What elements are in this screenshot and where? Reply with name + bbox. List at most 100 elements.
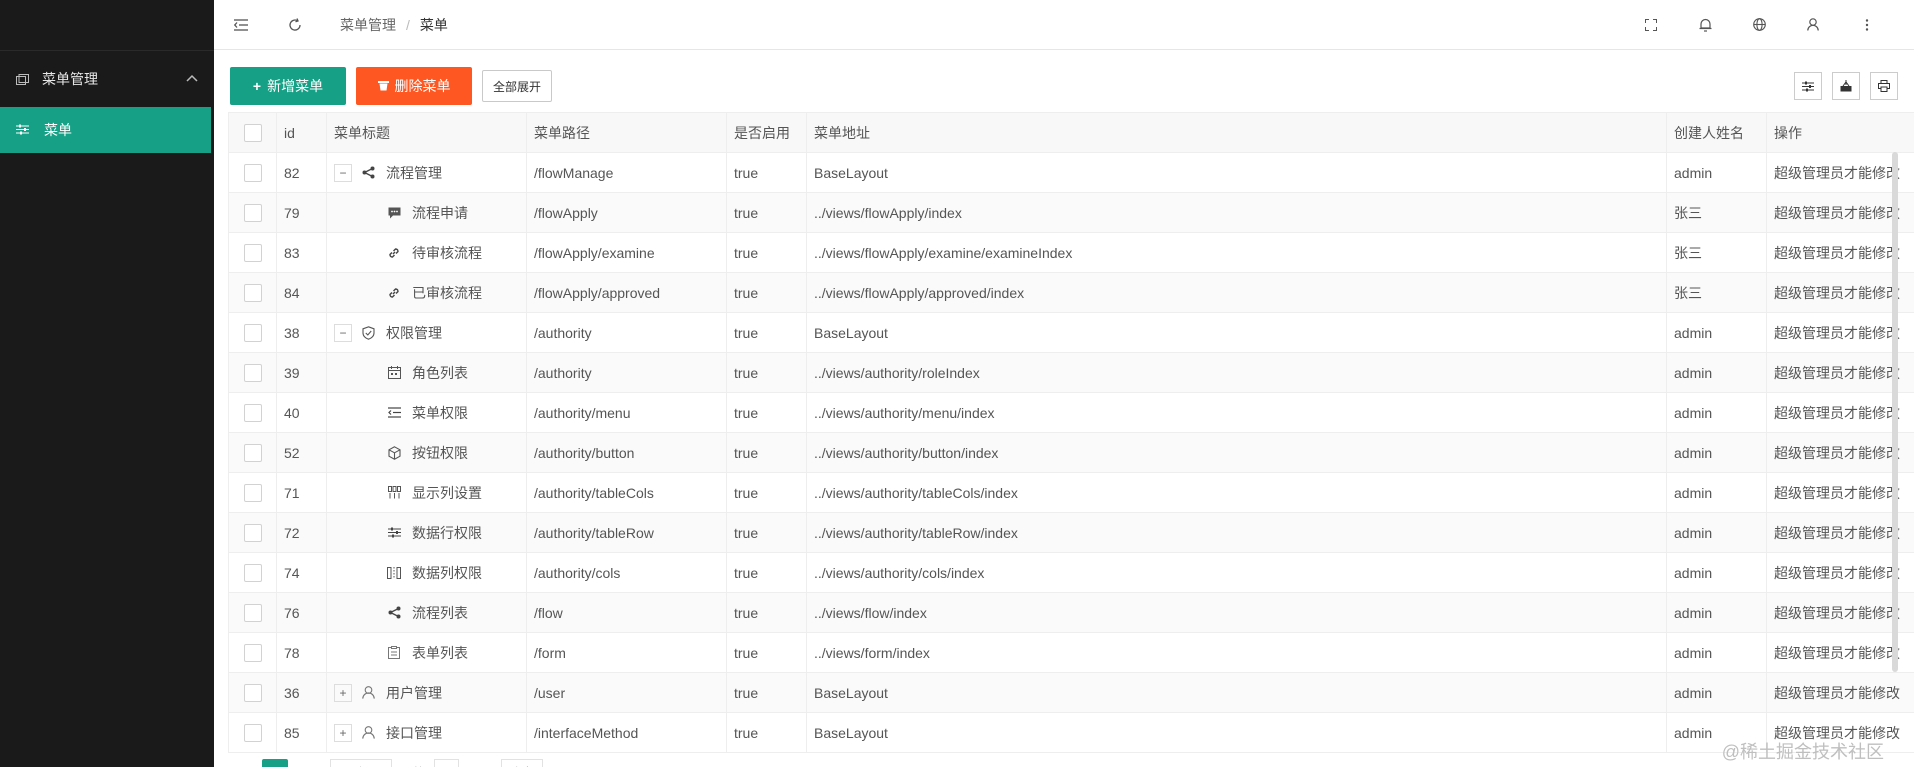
- row-checkbox[interactable]: [243, 323, 262, 342]
- export-icon[interactable]: [1832, 72, 1860, 100]
- cell-title-text: 菜单权限: [412, 404, 468, 421]
- goto-confirm-button[interactable]: 确定: [500, 759, 543, 767]
- table-row[interactable]: 83 待审核流程/flowApply/examine true ../views/fl…: [228, 232, 1914, 273]
- cell-title: 已审核流程: [326, 272, 527, 313]
- column-header-id[interactable]: id: [276, 112, 327, 153]
- cell-title: 数据行权限: [326, 512, 527, 553]
- cell-address: ../views/flowApply/approved/index: [806, 272, 1667, 313]
- row-checkbox[interactable]: [243, 363, 262, 382]
- cell-creator: admin: [1666, 392, 1767, 433]
- table-toolbar: + 新增菜单 删除菜单 全部展开: [230, 60, 1898, 112]
- table-row[interactable]: 36 + 用户管理/user true BaseLayout admin 超级管理员才能修改: [228, 672, 1914, 713]
- row-checkbox[interactable]: [243, 563, 262, 582]
- table-row[interactable]: 78 表单列表/form true ../views/form/index admin 超…: [228, 632, 1914, 673]
- cell-id: 76: [276, 592, 327, 633]
- table-row[interactable]: 82− 流程管理/flowManage true BaseLayout admin 超级管…: [228, 152, 1914, 193]
- expand-row-toggle[interactable]: +: [334, 683, 352, 702]
- table-row[interactable]: 72 数据行权限/authority/tableRow true ../views/a…: [228, 512, 1914, 553]
- prev-page-button[interactable]: ‹: [228, 759, 254, 767]
- row-checkbox[interactable]: [243, 283, 262, 302]
- print-icon[interactable]: [1870, 72, 1898, 100]
- row-checkbox[interactable]: [243, 203, 262, 222]
- filter-columns-icon[interactable]: [1794, 72, 1822, 100]
- column-header-address[interactable]: 菜单地址: [806, 112, 1667, 153]
- table-row[interactable]: 40 菜单权限/authority/menu true ../views/author…: [228, 392, 1914, 433]
- goto-label: 到第: [400, 759, 426, 767]
- cell-path: /authority/tableRow: [526, 512, 727, 553]
- add-menu-label: 新增菜单: [267, 78, 324, 94]
- row-checkbox[interactable]: [243, 243, 262, 262]
- sidebar-item-menu[interactable]: 菜单: [0, 107, 211, 153]
- breadcrumb-item-menu-management[interactable]: 菜单管理: [340, 15, 396, 35]
- globe-icon[interactable]: [1732, 0, 1786, 50]
- goto-page-input[interactable]: 1: [434, 759, 459, 767]
- row-checkbox[interactable]: [243, 443, 262, 462]
- row-checkbox[interactable]: [243, 163, 262, 182]
- cell-title-text: 用户管理: [386, 684, 442, 701]
- more-vertical-icon[interactable]: [1840, 0, 1894, 50]
- column-header-action[interactable]: 操作: [1766, 112, 1914, 153]
- fullscreen-icon[interactable]: [1624, 0, 1678, 50]
- next-page-button[interactable]: ›: [296, 759, 322, 767]
- expand-row-toggle[interactable]: +: [334, 723, 352, 742]
- top-header: 菜单管理 / 菜单: [214, 0, 1914, 50]
- cell-id: 74: [276, 552, 327, 593]
- select-all-checkbox[interactable]: [243, 123, 262, 142]
- bell-icon[interactable]: [1678, 0, 1732, 50]
- row-checkbox[interactable]: [243, 603, 262, 622]
- cell-title-text: 按钮权限: [412, 444, 468, 461]
- table-row[interactable]: 76 流程列表/flow true ../views/flow/index admin 超…: [228, 592, 1914, 633]
- cell-path: /form: [526, 632, 727, 673]
- cell-title-text: 角色列表: [412, 364, 468, 381]
- table-row[interactable]: 79 流程申请/flowApply true ../views/flowApply/i…: [228, 192, 1914, 233]
- cell-creator: admin: [1666, 552, 1767, 593]
- column-header-title[interactable]: 菜单标题: [326, 112, 527, 153]
- cell-title-text: 表单列表: [412, 644, 468, 661]
- table-scrollbar[interactable]: [1892, 152, 1898, 672]
- delete-menu-button[interactable]: 删除菜单: [356, 67, 472, 105]
- add-menu-button[interactable]: + 新增菜单: [230, 67, 346, 105]
- cell-address: ../views/authority/menu/index: [806, 392, 1667, 433]
- cell-enabled: true: [726, 552, 807, 593]
- table-row[interactable]: 38− 权限管理/authority true BaseLayout admin 超级管理…: [228, 312, 1914, 353]
- table-row[interactable]: 52 按钮权限/authority/button true ../views/auth…: [228, 432, 1914, 473]
- page-size-select[interactable]: 10 条/页: [330, 759, 393, 767]
- delete-menu-label: 删除菜单: [394, 78, 451, 94]
- table-row[interactable]: 74 数据列权限/authority/cols true ../views/autho…: [228, 552, 1914, 593]
- page-button-current[interactable]: 1: [262, 759, 288, 767]
- watermark: @稀土掘金技术社区: [1721, 742, 1884, 762]
- cell-address: ../views/form/index: [806, 632, 1667, 673]
- sidebar-group-menu-management[interactable]: 菜单管理: [0, 50, 214, 107]
- cell-enabled: true: [726, 592, 807, 633]
- column-header-enabled[interactable]: 是否启用: [726, 112, 807, 153]
- row-checkbox[interactable]: [243, 483, 262, 502]
- cell-id: 84: [276, 272, 327, 313]
- cell-id: 78: [276, 632, 327, 673]
- cell-id: 83: [276, 232, 327, 273]
- row-checkbox[interactable]: [243, 683, 262, 702]
- column-header-path[interactable]: 菜单路径: [526, 112, 727, 153]
- expand-all-button[interactable]: 全部展开: [482, 70, 553, 102]
- cell-path: /flowApply: [526, 192, 727, 233]
- collapse-row-toggle[interactable]: −: [334, 163, 352, 182]
- row-checkbox[interactable]: [243, 523, 262, 542]
- table-row[interactable]: 85 + 接口管理/interfaceMethod true BaseLayout adm…: [228, 712, 1914, 753]
- row-select-cell: [228, 352, 277, 393]
- refresh-icon[interactable]: [268, 0, 322, 50]
- row-checkbox[interactable]: [243, 643, 262, 662]
- collapse-row-toggle[interactable]: −: [334, 323, 352, 342]
- table-row[interactable]: 71 显示列设置/authority/tableCols true ../views/…: [228, 472, 1914, 513]
- sidebar-group-label: 菜单管理: [42, 71, 98, 87]
- row-checkbox[interactable]: [243, 723, 262, 742]
- row-checkbox[interactable]: [243, 403, 262, 422]
- table-row[interactable]: 39 角色列表/authority true ../views/authority/r…: [228, 352, 1914, 393]
- user-icon[interactable]: [1786, 0, 1840, 50]
- calendar-icon: [386, 365, 402, 381]
- table-row[interactable]: 84 已审核流程/flowApply/approved true ../views/f…: [228, 272, 1914, 313]
- sidebar-logo-area: [0, 0, 214, 50]
- cell-id: 39: [276, 352, 327, 393]
- cell-title-text: 待审核流程: [412, 244, 482, 261]
- cell-creator: admin: [1666, 632, 1767, 673]
- collapse-menu-icon[interactable]: [214, 0, 268, 50]
- column-header-creator[interactable]: 创建人姓名: [1666, 112, 1767, 153]
